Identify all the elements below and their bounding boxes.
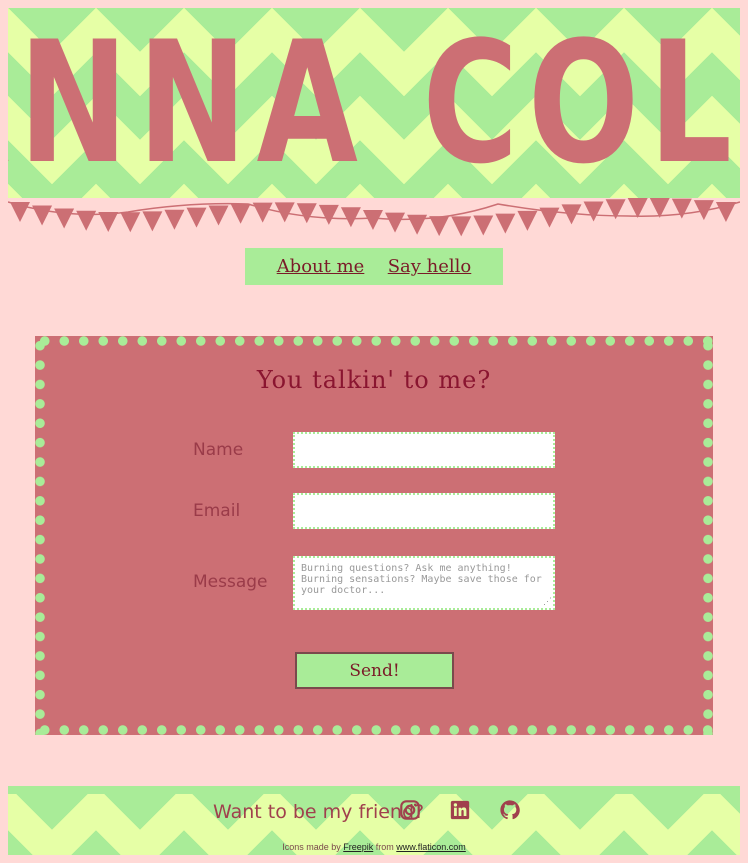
- icon-credits: Icons made by Freepik from www.flaticon.…: [8, 842, 740, 852]
- bunting-flag: [627, 198, 648, 219]
- github-icon[interactable]: [499, 799, 521, 821]
- credits-site-link[interactable]: www.flaticon.com: [396, 842, 466, 852]
- bunting-flag: [252, 202, 273, 223]
- bunting-decoration: [8, 198, 740, 237]
- footer-friend-text: Want to be my friend?: [213, 801, 425, 823]
- bunting-flag: [274, 202, 295, 223]
- bunting-flag: [583, 201, 604, 222]
- credits-middle: from: [375, 842, 394, 852]
- bunting-flag: [495, 213, 516, 234]
- site-title: ANNA COLE: [8, 8, 740, 198]
- bunting-flag: [429, 216, 450, 237]
- bunting-flag: [32, 205, 53, 226]
- credits-prefix: Icons made by: [282, 842, 341, 852]
- bunting-flag: [76, 210, 97, 231]
- message-textarea[interactable]: [293, 556, 555, 610]
- bunting-flag: [296, 203, 317, 224]
- credits-author-link[interactable]: Freepik: [343, 842, 373, 852]
- bunting-flag: [208, 205, 229, 226]
- header-banner: ANNA COLE: [8, 8, 740, 198]
- bunting-flag: [517, 210, 538, 231]
- message-label: Message: [193, 572, 268, 592]
- main-nav: About me Say hello: [245, 248, 503, 285]
- bunting-flag: [407, 214, 428, 235]
- nav-about-me-link[interactable]: About me: [277, 256, 365, 277]
- name-label: Name: [193, 440, 244, 460]
- contact-form-card: You talkin' to me? Name Email Message ⋰ …: [35, 336, 713, 735]
- email-label: Email: [193, 501, 241, 521]
- bunting-flag: [671, 198, 692, 219]
- bunting-flag: [473, 215, 494, 236]
- nav-say-hello-link[interactable]: Say hello: [388, 256, 472, 277]
- bunting-flag: [715, 202, 736, 222]
- form-title: You talkin' to me?: [256, 366, 492, 394]
- footer-divider: [8, 786, 740, 794]
- bunting-flag: [120, 212, 141, 233]
- bunting-flag: [54, 208, 75, 229]
- footer: Want to be my friend? Icons made by Free…: [8, 786, 740, 855]
- instagram-icon[interactable]: [399, 799, 421, 821]
- send-button[interactable]: Send!: [295, 652, 454, 689]
- bunting-flag: [318, 204, 339, 225]
- bunting-flag: [142, 211, 163, 232]
- bunting-flag: [362, 210, 383, 230]
- bunting-flag: [451, 216, 472, 237]
- name-input[interactable]: [293, 432, 555, 468]
- bunting-flag: [186, 207, 207, 228]
- bunting-flag: [340, 207, 361, 228]
- bunting-flag: [230, 203, 251, 224]
- resize-grip-icon[interactable]: ⋰: [543, 597, 552, 606]
- email-input[interactable]: [293, 493, 555, 529]
- bunting-flag: [385, 212, 406, 233]
- bunting-flag: [10, 202, 30, 222]
- bunting-flag: [164, 209, 185, 230]
- bunting-flag: [539, 207, 560, 228]
- bunting-flag: [98, 212, 119, 233]
- linkedin-icon[interactable]: [449, 799, 471, 821]
